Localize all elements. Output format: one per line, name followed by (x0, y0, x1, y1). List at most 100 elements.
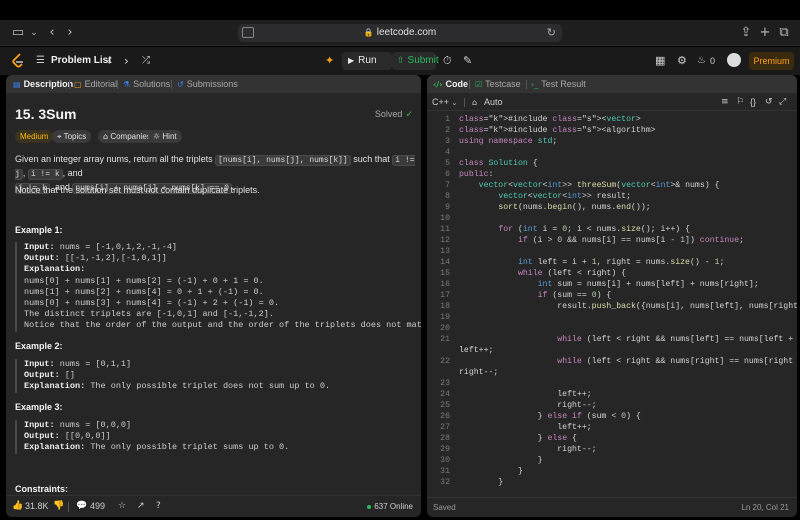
code-line[interactable]: 16 int sum = nums[i] + nums[left] + nums… (427, 279, 797, 290)
back-icon[interactable]: ‹ (44, 25, 60, 41)
code-editor[interactable]: 1 class="k">#include class="s"><vector> 2 c… (427, 114, 797, 486)
debug-icon[interactable]: ✦ (325, 53, 334, 69)
code-line[interactable]: 24 left++; (427, 389, 797, 400)
code-line[interactable]: left++; (427, 345, 797, 356)
fullscreen-icon[interactable]: ⤢ (779, 94, 786, 111)
example-1-title: Example 1: (15, 225, 63, 235)
code-line[interactable]: 20 (427, 323, 797, 334)
line-number: 25 (440, 401, 450, 410)
code-line[interactable]: 17 if (sum == 0) { (427, 290, 797, 301)
settings-icon[interactable]: ⚙ (677, 53, 687, 69)
reset-icon[interactable]: ↺ (765, 94, 773, 111)
chevron-down-icon[interactable]: ⌄ (26, 25, 42, 41)
code-text: } else if (sum < 0) { (459, 412, 641, 421)
line-number: 19 (440, 313, 450, 322)
code-line[interactable]: 2 class="k">#include class="s"><algorithm… (427, 125, 797, 136)
bookmark-icon[interactable]: ⚐ (736, 94, 744, 111)
tab-submissions[interactable]: ↺ Submissions (177, 75, 238, 94)
format-icon[interactable]: ≡ (721, 94, 729, 111)
code-line[interactable]: 10 (427, 213, 797, 224)
code-line[interactable]: 28 } else { (427, 433, 797, 444)
code-line[interactable]: 5 class Solution { (427, 158, 797, 169)
code-line[interactable]: 32 } (427, 477, 797, 486)
code-line[interactable]: 27 left++; (427, 422, 797, 433)
share-link-icon[interactable]: ↗ (137, 501, 145, 511)
code-line[interactable]: 29 right--; (427, 444, 797, 455)
line-number: 11 (440, 225, 450, 234)
reload-icon[interactable]: ↻ (547, 24, 556, 42)
tab-overview-icon[interactable]: ⧉ (776, 25, 792, 41)
code-line[interactable]: 1 class="k">#include class="s"><vector> (427, 114, 797, 125)
leetcode-logo-icon[interactable] (11, 53, 25, 69)
code-line[interactable]: 6 public: (427, 169, 797, 180)
language-select[interactable]: C++ ⌄ (432, 94, 457, 112)
url-text: leetcode.com (376, 27, 437, 38)
code-icon: ‹/› (433, 80, 443, 89)
code-line[interactable]: 26 } else if (sum < 0) { (427, 411, 797, 422)
code-line[interactable]: 22 while (left < right && nums[right] ==… (427, 356, 797, 367)
tab-testcase[interactable]: ☑ Testcase (475, 75, 521, 94)
code-line[interactable]: 4 (427, 147, 797, 158)
code-line[interactable]: right--; (427, 367, 797, 378)
dislike-icon[interactable]: 👎 (53, 501, 64, 511)
tab-test-result[interactable]: ›_ Test Result (531, 75, 586, 94)
code-text: if (i > 0 && nums[i] == nums[i - 1]) con… (517, 236, 745, 245)
line-number: 9 (445, 203, 450, 212)
notes-icon[interactable]: ✎ (463, 53, 472, 69)
topics-chip[interactable]: ⌖ Topics (52, 130, 92, 143)
forward-icon[interactable]: › (62, 25, 78, 41)
code-line[interactable]: 30 } (427, 455, 797, 466)
tab-code[interactable]: ‹/› Code (433, 75, 468, 94)
lock-icon: ⌂ (103, 132, 109, 141)
code-line[interactable]: 25 right--; (427, 400, 797, 411)
run-button[interactable]: ▶ Run (342, 52, 392, 70)
code-line[interactable]: 23 (427, 378, 797, 389)
tab-solutions[interactable]: ⚗ Solutions (123, 75, 170, 94)
layout-icon[interactable]: ▦ (655, 53, 665, 69)
sidebar-icon[interactable]: ▭ (10, 25, 26, 41)
code-line[interactable]: 14 int left = i + 1, right = nums.size()… (427, 257, 797, 268)
code-line[interactable]: 18 result.push_back({nums[i], nums[left]… (427, 301, 797, 312)
line-number: 24 (440, 390, 450, 399)
code-line[interactable]: 7 vector<vector<int>> threeSum(vector<in… (427, 180, 797, 191)
help-icon[interactable]: ? (156, 501, 161, 511)
next-problem-icon[interactable]: › (124, 53, 129, 69)
tab-description[interactable]: ▤ Description (13, 75, 73, 94)
code-line[interactable]: 21 while (left < right && nums[left] == … (427, 334, 797, 345)
description-tabs: ▤ Description ▢ Editorial ⚗ Solutions ↺ Subm… (6, 75, 421, 93)
code-line[interactable]: 19 (427, 312, 797, 323)
share-icon[interactable]: ⇪ (738, 25, 754, 41)
problem-list-link[interactable]: Problem List (51, 55, 112, 66)
hint-chip[interactable]: ☼ Hint (148, 130, 182, 143)
comment-icon[interactable]: 💬 (76, 501, 87, 511)
address-bar[interactable]: 🔒 leetcode.com ↻ (238, 24, 562, 42)
submit-button[interactable]: ⇧ Submit (392, 52, 439, 70)
code-line[interactable]: 12 if (i > 0 && nums[i] == nums[i - 1]) … (427, 235, 797, 246)
star-icon[interactable]: ☆ (118, 501, 126, 511)
auto-mode-label[interactable]: Auto (484, 94, 503, 111)
shuffle-icon[interactable]: ⤮ (142, 53, 150, 69)
code-line[interactable]: 13 (427, 246, 797, 257)
code-text: } else { (459, 434, 577, 443)
list-icon[interactable]: ☰ (36, 53, 45, 69)
difficulty-badge: Medium (15, 130, 54, 143)
new-tab-icon[interactable]: + (757, 25, 773, 41)
line-number: 7 (445, 181, 450, 190)
code-text: while (left < right) { (517, 269, 627, 278)
tab-editorial[interactable]: ▢ Editorial (74, 75, 117, 94)
code-line[interactable]: 8 vector<vector<int>> result; (427, 191, 797, 202)
code-line[interactable]: 31 } (427, 466, 797, 477)
code-line[interactable]: 11 for (int i = 0; i < nums.size(); i++)… (427, 224, 797, 235)
code-line[interactable]: 15 while (left < right) { (427, 268, 797, 279)
streak-icon[interactable]: ♨ (697, 53, 706, 69)
prev-problem-icon[interactable]: ‹ (106, 53, 111, 69)
code-text: while (left < right && nums[right] == nu… (557, 357, 797, 366)
avatar[interactable] (727, 53, 741, 67)
timer-icon[interactable]: ⏱ (443, 53, 452, 69)
code-line[interactable]: 9 sort(nums.begin(), nums.end()); (427, 202, 797, 213)
like-icon[interactable]: 👍 (12, 501, 23, 511)
braces-icon[interactable]: {} (750, 94, 756, 111)
code-line[interactable]: 3 using namespace std; (427, 136, 797, 147)
code-text: if (sum == 0) { (537, 291, 612, 300)
premium-button[interactable]: Premium (749, 52, 794, 70)
